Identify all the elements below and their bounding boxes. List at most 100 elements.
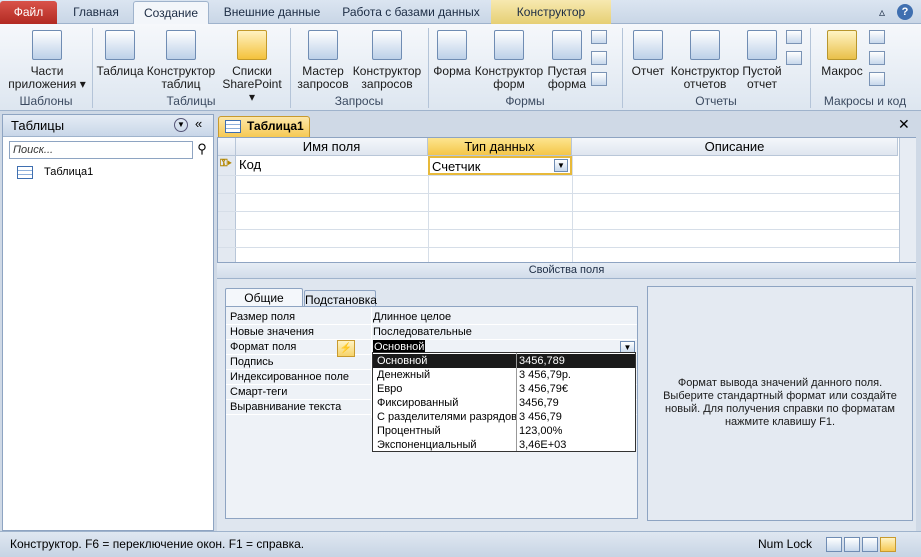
- format-option[interactable]: Евро 3 456,79€: [373, 382, 635, 396]
- column-header-data-type[interactable]: Тип данных: [428, 138, 572, 156]
- option-name: Основной: [377, 355, 428, 367]
- property-builder-icon[interactable]: ⚡: [337, 340, 355, 357]
- datasheet-view-icon[interactable]: [826, 537, 842, 552]
- data-type-select[interactable]: Счетчик ▼: [428, 156, 572, 175]
- pivot-table-view-icon[interactable]: [844, 537, 860, 552]
- help-icon[interactable]: ?: [897, 4, 913, 20]
- option-sample: 3456,789: [519, 355, 565, 367]
- nav-search-input[interactable]: Поиск...: [9, 141, 193, 159]
- format-option[interactable]: Процентный 123,00%: [373, 424, 635, 438]
- more-forms-icon[interactable]: [591, 72, 607, 86]
- form-label: Форма: [433, 64, 471, 78]
- option-sample: 3 456,79: [519, 411, 562, 423]
- tab-home[interactable]: Главная: [62, 1, 130, 24]
- report-icon: [633, 30, 663, 60]
- primary-key-icon: ⚿▸: [220, 158, 232, 169]
- form-wizard-icon[interactable]: [591, 30, 607, 44]
- macro-button[interactable]: Макрос: [818, 30, 866, 78]
- query-designer-label: Конструктор запросов: [352, 64, 422, 91]
- module-icon[interactable]: [869, 30, 885, 44]
- form-button[interactable]: Форма: [432, 30, 472, 78]
- visual-basic-icon[interactable]: [869, 72, 885, 86]
- collapse-ribbon-icon[interactable]: ▵: [874, 1, 890, 24]
- column-divider: [516, 353, 517, 451]
- document-tab-table1[interactable]: Таблица1: [218, 116, 310, 137]
- option-name: Экспоненциальный: [377, 439, 477, 451]
- option-name: Денежный: [377, 369, 431, 381]
- table-icon: [105, 30, 135, 60]
- grid-scrollbar[interactable]: [899, 138, 916, 262]
- table-designer-icon: [166, 30, 196, 60]
- option-name: Процентный: [377, 425, 441, 437]
- report-wizard-icon[interactable]: [786, 30, 802, 44]
- group-macros-label: Макросы и код: [823, 94, 907, 108]
- search-icon[interactable]: ⚲: [194, 141, 210, 159]
- format-option[interactable]: Основной 3456,789: [373, 354, 635, 368]
- close-document-icon[interactable]: ✕: [898, 116, 910, 133]
- blank-report-button[interactable]: Пустой отчет: [742, 30, 782, 91]
- property-row[interactable]: Размер поля Длинное целое: [226, 310, 637, 325]
- application-parts-button[interactable]: Части приложения ▾: [6, 30, 88, 91]
- tab-file[interactable]: Файл: [0, 1, 57, 24]
- field-name-cell[interactable]: Код: [239, 157, 261, 172]
- table-designer-button[interactable]: Конструктор таблиц: [146, 30, 216, 91]
- grid-row-line: [218, 247, 899, 248]
- tab-database-tools[interactable]: Работа с базами данных: [334, 1, 488, 24]
- form-designer-label: Конструктор форм: [474, 64, 544, 91]
- report-designer-button[interactable]: Конструктор отчетов: [670, 30, 740, 91]
- form-designer-button[interactable]: Конструктор форм: [474, 30, 544, 91]
- group-templates-label: Шаблоны: [19, 94, 73, 108]
- format-option[interactable]: С разделителями разрядов 3 456,79: [373, 410, 635, 424]
- class-module-icon[interactable]: [869, 51, 885, 65]
- table-icon: [225, 120, 241, 133]
- macro-scroll-icon: [827, 30, 857, 60]
- design-view-icon[interactable]: [880, 537, 896, 552]
- property-value: Длинное целое: [373, 311, 452, 323]
- format-option[interactable]: Экспоненциальный 3,46E+03: [373, 438, 635, 452]
- blank-form-icon: [552, 30, 582, 60]
- table-button[interactable]: Таблица: [96, 30, 144, 78]
- grid-row-line: [218, 211, 899, 212]
- field-properties-label: Свойства поля: [217, 263, 916, 279]
- option-name: Фиксированный: [377, 397, 459, 409]
- pivot-chart-view-icon[interactable]: [862, 537, 878, 552]
- property-label: Смарт-теги: [230, 386, 288, 398]
- sharepoint-lists-button[interactable]: Списки SharePoint ▾: [218, 30, 286, 104]
- macro-label: Макрос: [821, 64, 863, 78]
- grid-row-line: [218, 175, 899, 176]
- report-label: Отчет: [631, 64, 665, 78]
- column-header-field-name[interactable]: Имя поля: [236, 138, 428, 156]
- option-sample: 3456,79: [519, 397, 559, 409]
- tab-external-data[interactable]: Внешние данные: [212, 1, 332, 24]
- blank-form-button[interactable]: Пустая форма: [546, 30, 588, 91]
- query-wizard-icon: [308, 30, 338, 60]
- shutter-bar-close-icon[interactable]: «: [195, 116, 202, 131]
- chevron-down-icon[interactable]: ▼: [554, 159, 568, 172]
- format-option[interactable]: Фиксированный 3456,79: [373, 396, 635, 410]
- property-row[interactable]: Новые значения Последовательные: [226, 325, 637, 340]
- navigation-pane-title: Таблицы: [11, 118, 65, 133]
- query-designer-button[interactable]: Конструктор запросов: [352, 30, 422, 91]
- tab-designer[interactable]: Конструктор: [491, 1, 611, 24]
- blank-form-label: Пустая форма: [547, 64, 587, 91]
- nav-menu-chevron-down-icon[interactable]: ▼: [174, 118, 188, 132]
- table-designer-label: Конструктор таблиц: [146, 64, 216, 91]
- grid-row-line: [218, 229, 899, 230]
- navigation-icon[interactable]: [591, 51, 607, 65]
- column-header-description[interactable]: Описание: [572, 138, 898, 156]
- report-button[interactable]: Отчет: [628, 30, 668, 78]
- row-selector-header: [218, 138, 236, 156]
- document-tab-strip: [217, 114, 917, 136]
- tab-general[interactable]: Общие: [225, 288, 303, 308]
- nav-item-table1[interactable]: Таблица1: [17, 165, 177, 181]
- group-tables-label: Таблицы: [166, 94, 216, 108]
- labels-icon[interactable]: [786, 51, 802, 65]
- field-grid: Имя поля Тип данных Описание ⚿▸ Код Счет…: [217, 137, 916, 263]
- query-designer-icon: [372, 30, 402, 60]
- query-wizard-button[interactable]: Мастер запросов: [296, 30, 350, 91]
- tab-create[interactable]: Создание: [133, 1, 209, 25]
- property-label: Размер поля: [230, 311, 296, 323]
- nav-item-label: Таблица1: [44, 166, 94, 178]
- format-option[interactable]: Денежный 3 456,79р.: [373, 368, 635, 382]
- data-type-value: Счетчик: [432, 159, 481, 174]
